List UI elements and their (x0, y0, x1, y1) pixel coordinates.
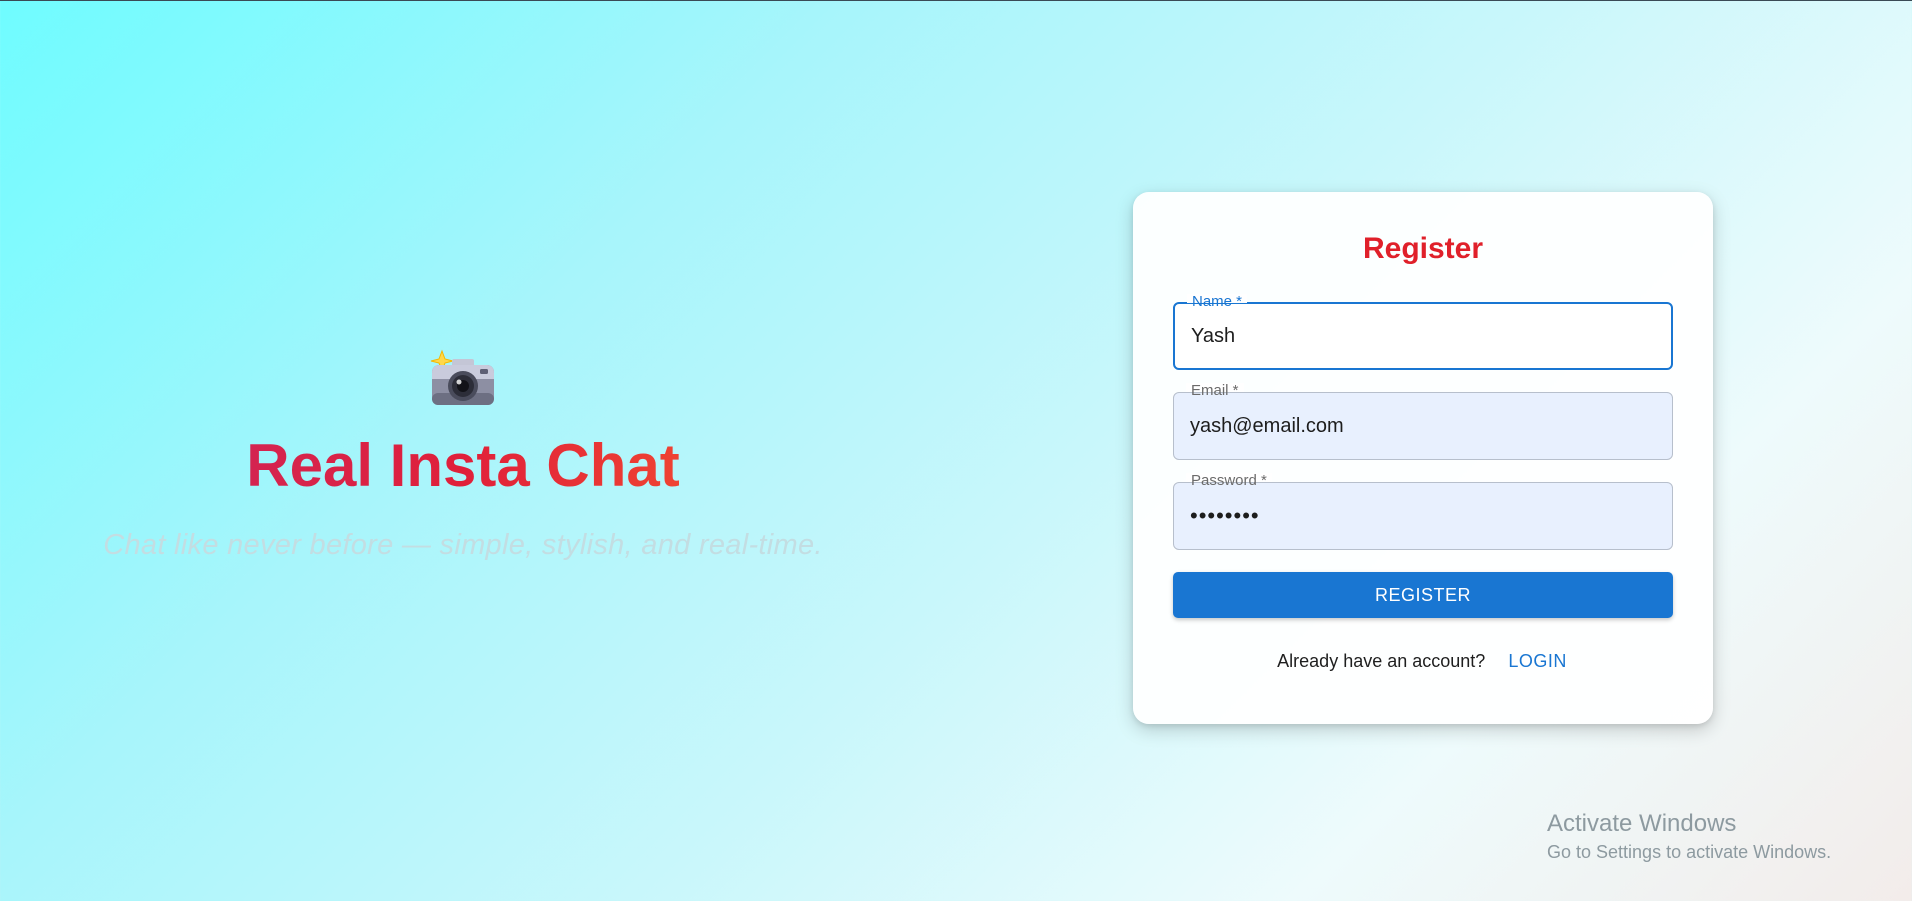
login-prompt-row: Already have an account? LOGIN (1133, 647, 1713, 676)
email-field[interactable]: Email * (1173, 383, 1673, 460)
hero-subtitle: Chat like never before — simple, stylish… (103, 529, 823, 561)
email-input[interactable] (1174, 393, 1672, 459)
register-button[interactable]: REGISTER (1173, 572, 1673, 618)
login-prompt-text: Already have an account? (1277, 651, 1486, 671)
camera-with-flash-icon (430, 349, 494, 405)
watermark-subtitle: Go to Settings to activate Windows. (1547, 842, 1832, 862)
password-input[interactable] (1174, 483, 1672, 549)
watermark-title: Activate Windows (1547, 810, 1737, 837)
login-link[interactable]: LOGIN (1506, 647, 1569, 676)
hero-section: Real Insta Chat Chat like never before —… (0, 1, 926, 901)
register-card: Register Name * Email * Password * REGIS… (1133, 192, 1713, 724)
hero-title: Real Insta Chat (0, 431, 926, 501)
name-input[interactable] (1175, 304, 1671, 368)
name-field[interactable]: Name * (1173, 294, 1673, 370)
form-title: Register (1362, 232, 1484, 265)
windows-activation-watermark: Activate Windows Go to Settings to activ… (1547, 809, 1831, 865)
password-field[interactable]: Password * (1173, 473, 1673, 550)
